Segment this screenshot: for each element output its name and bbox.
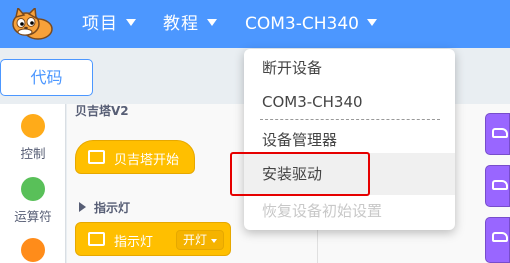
category-menu: 控制 运算符	[0, 104, 66, 263]
tab-code[interactable]: 代码	[0, 59, 93, 96]
tutorial-menu-label: 教程	[163, 14, 199, 34]
category-dot-icon	[21, 114, 45, 138]
board-icon	[88, 150, 105, 164]
motor-block[interactable]	[485, 217, 510, 263]
palette-section-title: 贝吉塔V2	[75, 104, 129, 118]
menu-divider	[260, 119, 440, 120]
category-variables[interactable]	[0, 238, 66, 262]
category-dot-icon	[21, 177, 45, 201]
menu-item-device-manager[interactable]: 设备管理器	[244, 129, 455, 150]
annotation-highlight-box	[230, 152, 370, 196]
chevron-down-icon	[211, 238, 218, 243]
start-hat-block[interactable]: 贝吉塔开始	[75, 140, 195, 174]
block-label: 指示灯	[114, 235, 154, 250]
light-state-dropdown[interactable]: 开灯	[176, 230, 225, 250]
category-operators[interactable]: 运算符	[0, 177, 66, 225]
indicator-light-block[interactable]: 指示灯 开灯	[75, 222, 231, 256]
category-dot-icon	[21, 238, 45, 262]
project-menu[interactable]: 项目	[82, 0, 136, 48]
menu-item-disconnect[interactable]: 断开设备	[244, 57, 455, 78]
chevron-down-icon	[366, 18, 377, 26]
dropdown-value: 开灯	[183, 233, 208, 247]
device-dropdown-menu: 断开设备 COM3-CH340 设备管理器 安装驱动 恢复设备初始设置	[244, 49, 455, 230]
menu-item-port[interactable]: COM3-CH340	[244, 93, 455, 111]
chevron-down-icon	[126, 18, 136, 26]
tutorial-menu[interactable]: 教程	[163, 0, 217, 48]
device-menu[interactable]: COM3-CH340	[245, 0, 377, 48]
motor-block[interactable]	[485, 113, 510, 155]
section-label: 指示灯	[94, 201, 131, 215]
scratch-cat-logo[interactable]	[8, 8, 58, 42]
car-icon	[492, 232, 508, 242]
device-menu-label: COM3-CH340	[245, 14, 359, 34]
car-icon	[492, 180, 508, 190]
project-menu-label: 项目	[82, 14, 118, 34]
indicator-section-title[interactable]: 指示灯	[79, 199, 130, 216]
category-label: 运算符	[14, 209, 52, 224]
menu-bar: 项目 教程 COM3-CH340	[0, 0, 510, 48]
expand-arrow-icon	[79, 202, 86, 212]
motor-block[interactable]	[485, 165, 510, 207]
category-label: 控制	[20, 146, 46, 161]
car-icon	[492, 128, 508, 138]
board-icon	[88, 232, 105, 246]
menu-item-factory-reset: 恢复设备初始设置	[262, 202, 383, 220]
block-label: 贝吉塔开始	[114, 153, 180, 168]
chevron-down-icon	[207, 18, 217, 26]
category-control[interactable]: 控制	[0, 114, 66, 162]
